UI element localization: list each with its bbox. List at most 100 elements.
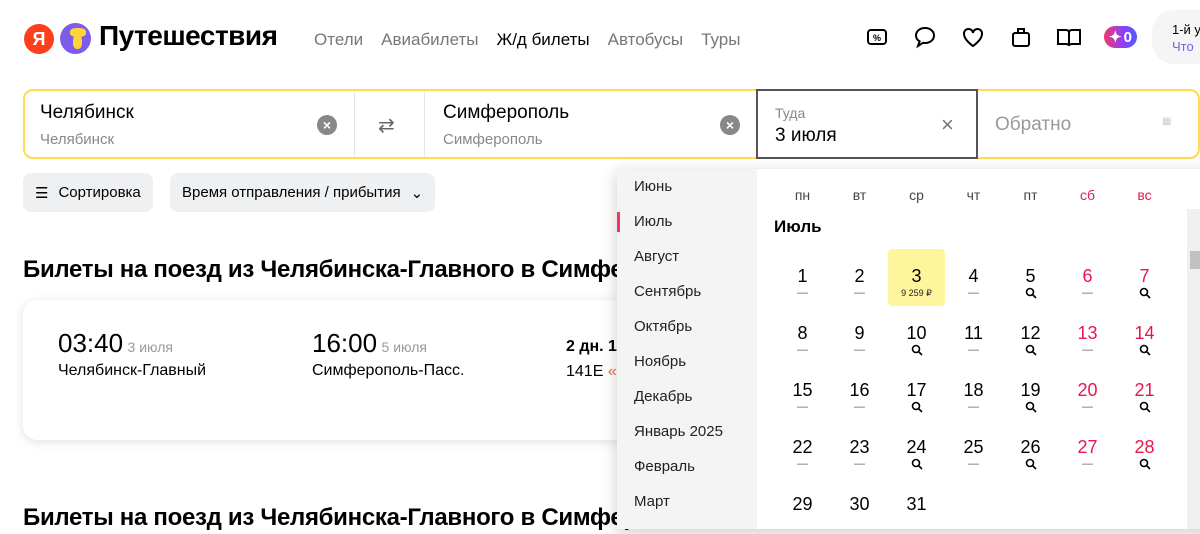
train-name: « [607, 363, 617, 380]
day-number: 7 [1139, 266, 1150, 286]
calendar-day[interactable]: 28 [1116, 420, 1173, 477]
calendar-day[interactable]: 11— [945, 306, 1002, 363]
day-number: 29 [792, 494, 813, 514]
calendar-day[interactable]: 7 [1116, 249, 1173, 306]
calendar-icon[interactable]: ▦ [1162, 116, 1172, 127]
calendar-day[interactable]: 8— [774, 306, 831, 363]
calendar-day[interactable]: 1— [774, 249, 831, 306]
user-line1: 1-й у [1172, 22, 1200, 37]
calendar-day[interactable]: 30 [831, 477, 888, 534]
clear-date-icon[interactable]: × [941, 112, 954, 138]
journal-book-icon[interactable] [1056, 24, 1082, 50]
day-number: 3 [911, 266, 922, 286]
nav-tours[interactable]: Туры [701, 30, 740, 50]
nav-hotels[interactable]: Отели [314, 30, 363, 50]
day-number: 31 [906, 494, 927, 514]
sort-button[interactable]: ☰ Сортировка [23, 173, 153, 212]
month-item[interactable]: Октябрь [617, 309, 757, 344]
weekday-label: вс [1137, 187, 1152, 203]
search-icon [888, 458, 945, 472]
calendar-day[interactable]: 2— [831, 249, 888, 306]
time-filter-button[interactable]: Время отправления / прибытия ⌄ [170, 173, 436, 212]
month-item[interactable]: Январь 2025 [617, 414, 757, 449]
to-input[interactable]: Симферополь [443, 102, 569, 124]
day-mark: — [1082, 401, 1093, 413]
nav-flights[interactable]: Авиабилеты [381, 30, 478, 50]
favorites-heart-icon[interactable] [960, 24, 986, 50]
day-number: 24 [906, 437, 927, 457]
discount-icon[interactable]: % [864, 24, 890, 50]
month-item[interactable]: Июль [617, 204, 757, 239]
calendar-day[interactable]: 12 [1002, 306, 1059, 363]
calendar-day[interactable]: 16— [831, 363, 888, 420]
train-card[interactable]: 03:40 3 июля Челябинск-Главный 16:00 5 и… [23, 300, 663, 440]
day-number: 25 [963, 437, 984, 457]
date-back-field[interactable]: Обратно [995, 114, 1071, 136]
day-mark: — [1082, 344, 1093, 356]
calendar-day[interactable]: 27— [1059, 420, 1116, 477]
to-sub: Симферополь [443, 131, 543, 148]
day-number: 18 [963, 380, 984, 400]
calendar-day[interactable]: 18— [945, 363, 1002, 420]
calendar-day[interactable]: 19 [1002, 363, 1059, 420]
svg-text:%: % [873, 33, 881, 43]
day-number: 6 [1082, 266, 1093, 286]
month-item[interactable]: Февраль [617, 449, 757, 484]
day-number: 9 [854, 323, 865, 343]
day-mark: — [968, 458, 979, 470]
trips-bag-icon[interactable] [1008, 24, 1034, 50]
scrollbar[interactable] [1187, 209, 1200, 529]
nav-trains[interactable]: Ж/д билеты [497, 30, 590, 50]
month-item[interactable]: Июнь [617, 169, 757, 204]
search-icon [1002, 458, 1059, 472]
dep-date: 3 июля [127, 339, 173, 355]
search-icon [888, 401, 945, 415]
train-number: 141Е [566, 363, 604, 380]
day-mark: — [854, 344, 865, 356]
month-item[interactable]: Август [617, 239, 757, 274]
chat-icon[interactable] [912, 24, 938, 50]
from-input[interactable]: Челябинск [40, 102, 134, 124]
swap-icon[interactable]: ⇄ [378, 113, 395, 138]
calendar-day[interactable]: 24 [888, 420, 945, 477]
duration: 2 дн. 1 [566, 338, 617, 355]
calendar-day[interactable]: 3 9 259 ₽ [888, 249, 945, 306]
weekday-label: сб [1079, 187, 1096, 203]
calendar-day[interactable]: 31 [888, 477, 945, 534]
day-number: 28 [1134, 437, 1155, 457]
calendar-day[interactable]: 6— [1059, 249, 1116, 306]
calendar-day[interactable]: 29 [774, 477, 831, 534]
sort-icon: ☰ [35, 184, 49, 202]
calendar-day[interactable]: 5 [1002, 249, 1059, 306]
brand-title[interactable]: Путешествия [99, 20, 278, 52]
calendar-day[interactable]: 20— [1059, 363, 1116, 420]
plus-points-badge[interactable]: ✦ 0 [1104, 26, 1137, 48]
calendar-day[interactable]: 13— [1059, 306, 1116, 363]
user-menu[interactable]: 1-й у Что [1152, 10, 1200, 64]
calendar-day[interactable]: 26 [1002, 420, 1059, 477]
calendar-day[interactable]: 17 [888, 363, 945, 420]
calendar-day[interactable]: 15— [774, 363, 831, 420]
calendar-day[interactable]: 9— [831, 306, 888, 363]
calendar-day[interactable]: 14 [1116, 306, 1173, 363]
month-item[interactable]: Март [617, 484, 757, 519]
day-mark: — [797, 287, 808, 299]
calendar-day[interactable]: 10 [888, 306, 945, 363]
calendar-dropdown: Июнь Июль Август Сентябрь Октябрь Ноябрь Декаб… [617, 169, 1200, 529]
month-item[interactable]: Декабрь [617, 379, 757, 414]
clear-from-icon[interactable]: × [317, 115, 337, 135]
calendar-day[interactable]: 25— [945, 420, 1002, 477]
arr-station: Симферополь-Пасс. [312, 362, 465, 379]
calendar-day[interactable]: 21 [1116, 363, 1173, 420]
search-icon [1116, 344, 1173, 358]
scrollbar-thumb[interactable] [1190, 251, 1200, 269]
calendar-day[interactable]: 22— [774, 420, 831, 477]
calendar-day[interactable]: 4— [945, 249, 1002, 306]
yandex-logo[interactable]: Я [24, 24, 54, 54]
calendar-day[interactable]: 23— [831, 420, 888, 477]
nav-buses[interactable]: Автобусы [608, 30, 683, 50]
month-item[interactable]: Ноябрь [617, 344, 757, 379]
month-item[interactable]: Сентябрь [617, 274, 757, 309]
sort-label: Сортировка [58, 184, 141, 201]
clear-to-icon[interactable]: × [720, 115, 740, 135]
